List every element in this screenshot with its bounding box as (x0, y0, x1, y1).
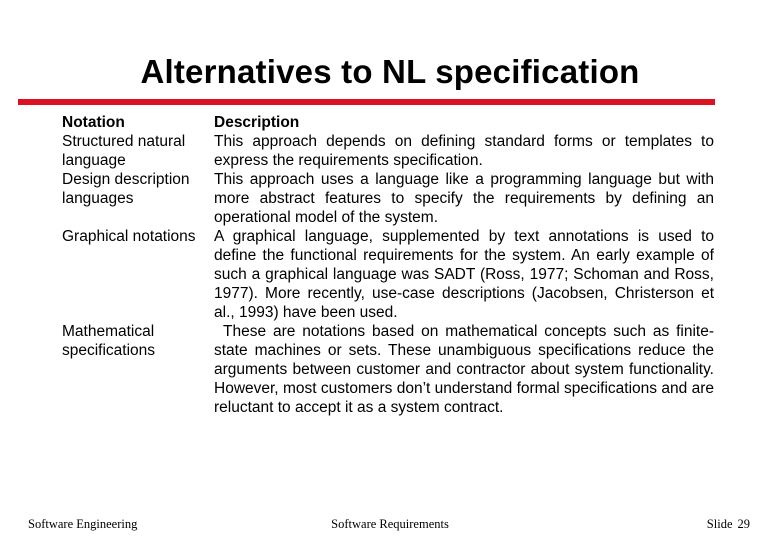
table-header-row: Notation Description (62, 113, 714, 132)
table-row: Graphical notations A graphical language… (62, 227, 714, 322)
notation-table: Notation Description Structured natural … (62, 113, 714, 417)
cell-notation: Mathematical specifications (62, 323, 156, 359)
description-text: This approach uses a language like a pro… (214, 171, 714, 226)
title-divider (18, 99, 715, 105)
footer-slide-indicator: Slide 29 (707, 516, 750, 532)
slide: Alternatives to NL specification Notatio… (0, 0, 780, 540)
table-row: Structured natural language This approac… (62, 132, 714, 170)
cell-notation: Structured natural language (62, 133, 186, 169)
cell-description: This approach depends on defining standa… (214, 132, 714, 170)
notation-table-container: Notation Description Structured natural … (62, 113, 714, 417)
column-header-description: Description (214, 114, 300, 131)
page-title: Alternatives to NL specification (140, 53, 640, 90)
description-text: These are notations based on mathematica… (214, 323, 714, 416)
cell-notation: Design description languages (62, 171, 190, 207)
cell-description: This approach uses a language like a pro… (214, 170, 714, 227)
footer-topic-name: Software Requirements (331, 517, 449, 531)
footer-slide-number: 29 (737, 517, 751, 531)
description-text: A graphical language, supplemented by te… (214, 228, 714, 321)
table-row: Design description languages This approa… (62, 170, 714, 227)
table-row: Mathematical specifications These are no… (62, 322, 714, 417)
cell-description: A graphical language, supplemented by te… (214, 227, 714, 322)
column-header-notation: Notation (62, 114, 125, 131)
cell-notation: Graphical notations (62, 228, 196, 245)
cell-description: These are notations based on mathematica… (214, 322, 714, 417)
footer-slide-label: Slide (706, 517, 733, 531)
slide-footer: Software Engineering Software Requiremen… (0, 516, 780, 536)
description-text: This approach depends on defining standa… (214, 133, 714, 169)
